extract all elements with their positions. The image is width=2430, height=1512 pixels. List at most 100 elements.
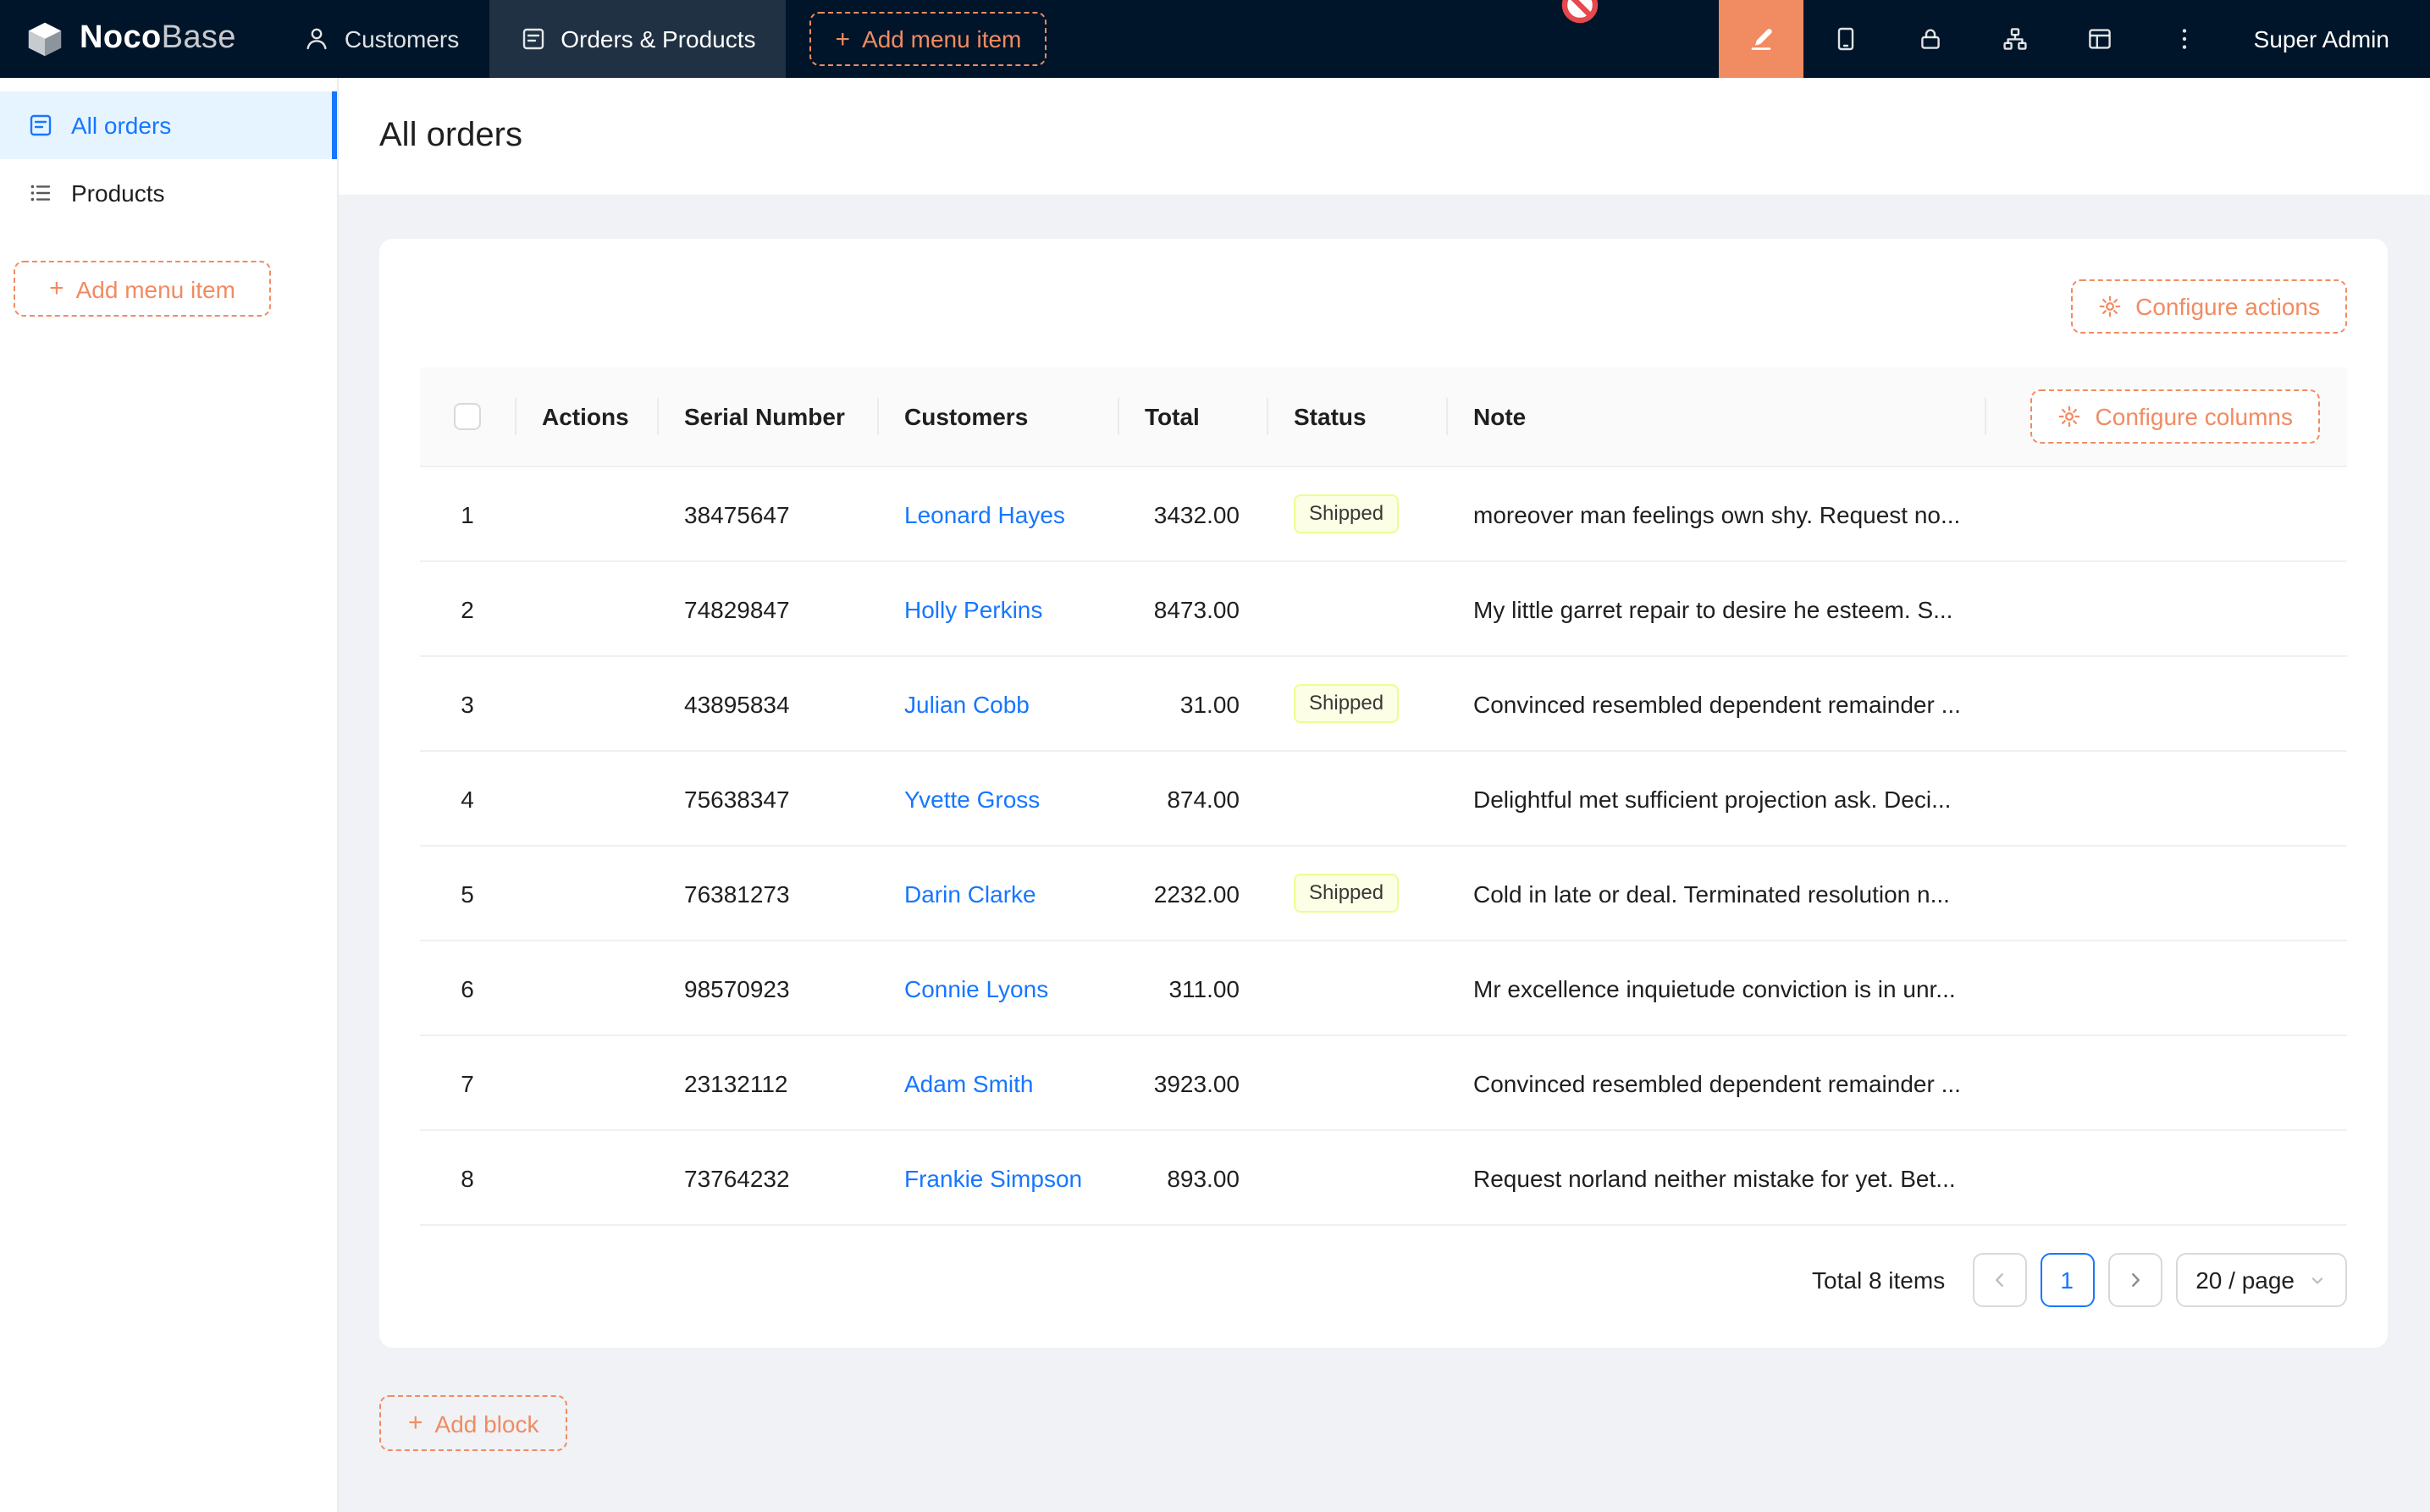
sidebar: All orders Products + Add menu item: [0, 78, 339, 1512]
nav-item-label: Customers: [345, 25, 459, 52]
row-total-cell: 8473.00: [1118, 595, 1267, 622]
row-index: 5: [461, 880, 474, 907]
table-row: 8 73764232 Frankie Simpson 893.00 Reques…: [420, 1131, 2347, 1226]
row-note-cell: Delightful met sufficient projection ask…: [1446, 785, 1985, 812]
add-block-button[interactable]: + Add block: [379, 1395, 568, 1451]
row-index: 1: [461, 500, 474, 527]
note-value: Convinced resembled dependent remainder …: [1473, 690, 1961, 717]
row-status-cell: Shipped: [1267, 684, 1446, 723]
pagination-next-button[interactable]: [2107, 1253, 2162, 1307]
configure-columns-label: Configure columns: [2096, 403, 2293, 430]
user-menu[interactable]: Super Admin: [2227, 0, 2430, 78]
customer-link[interactable]: Darin Clarke: [904, 880, 1036, 907]
row-total-cell: 893.00: [1118, 1164, 1267, 1191]
column-header-config: Configure columns: [1985, 367, 2347, 466]
customer-link[interactable]: Frankie Simpson: [904, 1164, 1082, 1191]
chevron-down-icon: [2308, 1271, 2327, 1289]
row-customer-cell: Adam Smith: [877, 1069, 1118, 1096]
nav-item-customers[interactable]: Customers: [273, 0, 489, 78]
mobile-icon: [1832, 25, 1859, 52]
header-add-menu-item-label: Add menu item: [862, 25, 1021, 52]
row-customer-cell: Connie Lyons: [877, 974, 1118, 1002]
layout-button[interactable]: [2057, 0, 2142, 78]
serial-number-value: 76381273: [684, 880, 790, 907]
header-spacer: [1047, 0, 1718, 78]
note-value: Cold in late or deal. Terminated resolut…: [1473, 880, 1950, 907]
column-header-serial-number: Serial Number: [657, 367, 877, 466]
total-value: 874.00: [1167, 785, 1240, 812]
configure-actions-button[interactable]: Configure actions: [2071, 279, 2347, 334]
apartment-icon: [2002, 25, 2029, 52]
total-value: 893.00: [1167, 1164, 1240, 1191]
note-value: moreover man feelings own shy. Request n…: [1473, 500, 1960, 527]
column-header-customers: Customers: [877, 367, 1118, 466]
nocobase-logo[interactable]: NocoBase: [0, 0, 273, 78]
pagination-prev-button[interactable]: [1972, 1253, 2026, 1307]
apartment-button[interactable]: [1973, 0, 2057, 78]
row-serial-cell: 38475647: [657, 500, 877, 527]
nav-item-orders-products[interactable]: Orders & Products: [489, 0, 786, 78]
row-serial-cell: 75638347: [657, 785, 877, 812]
configure-actions-label: Configure actions: [2135, 293, 2320, 320]
row-total-cell: 31.00: [1118, 690, 1267, 717]
table-row: 3 43895834 Julian Cobb 31.00 Shipped Con…: [420, 657, 2347, 752]
mobile-preview-button[interactable]: [1803, 0, 1888, 78]
note-value: Delightful met sufficient projection ask…: [1473, 785, 1951, 812]
top-header: NocoBase Customers Orders & Products: [0, 0, 2430, 78]
sidebar-item-all-orders[interactable]: All orders: [0, 91, 337, 159]
sidebar-item-products[interactable]: Products: [0, 159, 337, 227]
form-icon: [520, 25, 547, 52]
sidebar-add-menu-item-button[interactable]: + Add menu item: [14, 261, 271, 317]
orders-table-block: Configure actions Actions Serial Number …: [379, 239, 2388, 1348]
chevron-right-icon: [2124, 1270, 2145, 1290]
select-all-checkbox[interactable]: [454, 403, 481, 430]
customer-link[interactable]: Julian Cobb: [904, 690, 1030, 717]
total-value: 2232.00: [1154, 880, 1240, 907]
customer-link[interactable]: Yvette Gross: [904, 785, 1040, 812]
note-value: Request norland neither mistake for yet.…: [1473, 1164, 1956, 1191]
table-row: 5 76381273 Darin Clarke 2232.00 Shipped …: [420, 847, 2347, 941]
logo-text: NocoBase: [80, 20, 236, 58]
row-index-cell: 4: [420, 785, 515, 812]
row-customer-cell: Frankie Simpson: [877, 1164, 1118, 1191]
page-title: All orders: [379, 117, 522, 156]
row-customer-cell: Yvette Gross: [877, 785, 1118, 812]
row-status-cell: Shipped: [1267, 494, 1446, 533]
form-icon: [27, 112, 54, 139]
layout-icon: [2086, 25, 2113, 52]
table-row: 4 75638347 Yvette Gross 874.00 Delightfu…: [420, 752, 2347, 847]
lock-icon: [1917, 25, 1944, 52]
card-toolbar: Configure actions: [420, 279, 2347, 334]
row-index: 7: [461, 1069, 474, 1096]
row-customer-cell: Holly Perkins: [877, 595, 1118, 622]
column-header-status: Status: [1267, 367, 1446, 466]
customer-link[interactable]: Adam Smith: [904, 1069, 1034, 1096]
highlighter-icon: [1748, 25, 1775, 52]
lock-button[interactable]: [1888, 0, 1973, 78]
row-note-cell: My little garret repair to desire he est…: [1446, 595, 1985, 622]
row-index: 6: [461, 974, 474, 1002]
page-size-select[interactable]: 20 / page: [2175, 1253, 2347, 1307]
header-add-menu-item-button[interactable]: + Add menu item: [810, 12, 1047, 66]
pagination-total: Total 8 items: [1812, 1266, 1945, 1294]
row-serial-cell: 23132112: [657, 1069, 877, 1096]
note-value: Mr excellence inquietude conviction is i…: [1473, 974, 1956, 1002]
configure-columns-button[interactable]: Configure columns: [2031, 389, 2320, 444]
pagination-page-1[interactable]: 1: [2040, 1253, 2094, 1307]
row-index-cell: 6: [420, 974, 515, 1002]
ui-editor-button[interactable]: [1719, 0, 1803, 78]
customer-link[interactable]: Leonard Hayes: [904, 500, 1065, 527]
column-header-actions: Actions: [515, 367, 657, 466]
row-index: 4: [461, 785, 474, 812]
more-button[interactable]: [2142, 0, 2227, 78]
row-serial-cell: 73764232: [657, 1164, 877, 1191]
customer-link[interactable]: Holly Perkins: [904, 595, 1042, 622]
gear-icon: [2058, 405, 2082, 428]
row-note-cell: Request norland neither mistake for yet.…: [1446, 1164, 1985, 1191]
row-total-cell: 2232.00: [1118, 880, 1267, 907]
user-icon: [304, 25, 331, 52]
total-value: 8473.00: [1154, 595, 1240, 622]
serial-number-value: 23132112: [684, 1069, 788, 1096]
customer-link[interactable]: Connie Lyons: [904, 974, 1048, 1002]
row-index-cell: 3: [420, 690, 515, 717]
